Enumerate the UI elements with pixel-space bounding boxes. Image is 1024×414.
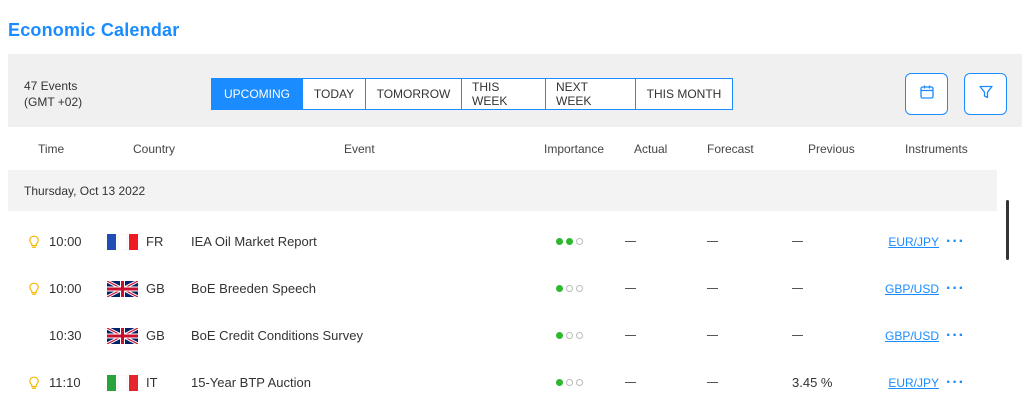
- tab-next-week[interactable]: NEXT WEEK: [545, 78, 636, 110]
- flag-gb-icon: [107, 312, 138, 359]
- importance-dot: [576, 332, 583, 339]
- filter-bar: 47 Events (GMT +02) UPCOMING TODAY TOMOR…: [8, 54, 1022, 127]
- previous-value: [792, 218, 803, 265]
- more-icon[interactable]: ···: [946, 218, 965, 265]
- col-time: Time: [38, 142, 65, 156]
- date-group-header: Thursday, Oct 13 2022: [8, 170, 997, 211]
- importance-dot: [566, 332, 573, 339]
- event-time: 10:30: [49, 328, 82, 343]
- table-row[interactable]: 11:10 IT 15-Year BTP Auction 3.45 % EUR/…: [0, 359, 1000, 406]
- more-icon[interactable]: ···: [946, 312, 965, 359]
- importance-indicator: [556, 218, 583, 265]
- flag-fr-icon: [107, 218, 138, 265]
- event-count: 47 Events (GMT +02): [24, 78, 82, 110]
- country-code: GB: [146, 281, 165, 296]
- more-icon[interactable]: ···: [946, 265, 965, 312]
- importance-dot: [566, 238, 573, 245]
- tab-upcoming[interactable]: UPCOMING: [211, 78, 303, 110]
- col-event: Event: [344, 142, 375, 156]
- actual-value: [625, 265, 636, 312]
- importance-dot: [556, 285, 563, 292]
- previous-value: 3.45 %: [792, 375, 833, 390]
- importance-dot: [566, 285, 573, 292]
- tab-tomorrow[interactable]: TOMORROW: [365, 78, 462, 110]
- table-row[interactable]: 10:30 GB BoE Credit Conditions Survey GB…: [0, 312, 1000, 359]
- flag-gb-icon: [107, 265, 138, 312]
- page-title: Economic Calendar: [8, 20, 180, 40]
- previous-value: [792, 312, 803, 359]
- importance-indicator: [556, 265, 583, 312]
- calendar-button[interactable]: [905, 73, 948, 115]
- importance-indicator: [556, 359, 583, 406]
- importance-dot: [556, 332, 563, 339]
- actual-value: [625, 218, 636, 265]
- tab-this-month[interactable]: THIS MONTH: [635, 78, 733, 110]
- table-row[interactable]: 10:00 FR IEA Oil Market Report EUR/JPY ·…: [0, 218, 1000, 265]
- flag-it-icon: [107, 359, 138, 406]
- event-name: BoE Breeden Speech: [191, 281, 317, 296]
- instrument-link[interactable]: EUR/JPY: [888, 376, 939, 390]
- importance-dot: [576, 238, 583, 245]
- scrollbar[interactable]: [1006, 200, 1009, 260]
- table-row[interactable]: 10:00 GB BoE Breeden Speech GBP/USD ···: [0, 265, 1000, 312]
- instrument-link[interactable]: GBP/USD: [885, 282, 939, 296]
- instrument-link[interactable]: EUR/JPY: [888, 235, 939, 249]
- forecast-value: [707, 218, 718, 265]
- actual-value: [625, 312, 636, 359]
- col-forecast: Forecast: [707, 142, 754, 156]
- importance-indicator: [556, 312, 583, 359]
- country-code: IT: [146, 375, 158, 390]
- forecast-value: [707, 265, 718, 312]
- importance-dot: [556, 238, 563, 245]
- event-time: 11:10: [49, 375, 81, 390]
- event-name: IEA Oil Market Report: [191, 234, 317, 249]
- date-group-label: Thursday, Oct 13 2022: [24, 184, 146, 198]
- importance-dot: [576, 285, 583, 292]
- forecast-value: [707, 359, 718, 406]
- col-instruments: Instruments: [905, 142, 968, 156]
- col-previous: Previous: [808, 142, 855, 156]
- event-time: 10:00: [49, 234, 82, 249]
- events-count-label: 47 Events: [24, 79, 78, 93]
- tab-this-week[interactable]: THIS WEEK: [461, 78, 546, 110]
- filter-icon: [978, 84, 994, 105]
- actual-value: [625, 359, 636, 406]
- timezone-label: (GMT +02): [24, 95, 83, 109]
- lightbulb-icon: [28, 265, 40, 312]
- importance-dot: [556, 379, 563, 386]
- period-tabs: UPCOMING TODAY TOMORROW THIS WEEK NEXT W…: [211, 78, 733, 110]
- lightbulb-icon: [28, 359, 40, 406]
- importance-dot: [566, 379, 573, 386]
- event-name: 15-Year BTP Auction: [191, 375, 311, 390]
- col-country: Country: [133, 142, 176, 156]
- filter-button[interactable]: [964, 73, 1007, 115]
- instrument-link[interactable]: GBP/USD: [885, 329, 939, 343]
- country-code: FR: [146, 234, 164, 249]
- lightbulb-icon: [28, 218, 40, 265]
- more-icon[interactable]: ···: [946, 359, 965, 406]
- country-code: GB: [146, 328, 165, 343]
- column-headers: Time Country Event Importance Actual For…: [0, 127, 1000, 170]
- event-name: BoE Credit Conditions Survey: [191, 328, 363, 343]
- col-importance: Importance: [544, 142, 605, 156]
- col-actual: Actual: [634, 142, 668, 156]
- previous-value: [792, 265, 803, 312]
- calendar-icon: [919, 84, 935, 105]
- forecast-value: [707, 312, 718, 359]
- event-time: 10:00: [49, 281, 82, 296]
- importance-dot: [576, 379, 583, 386]
- tab-today[interactable]: TODAY: [302, 78, 366, 110]
